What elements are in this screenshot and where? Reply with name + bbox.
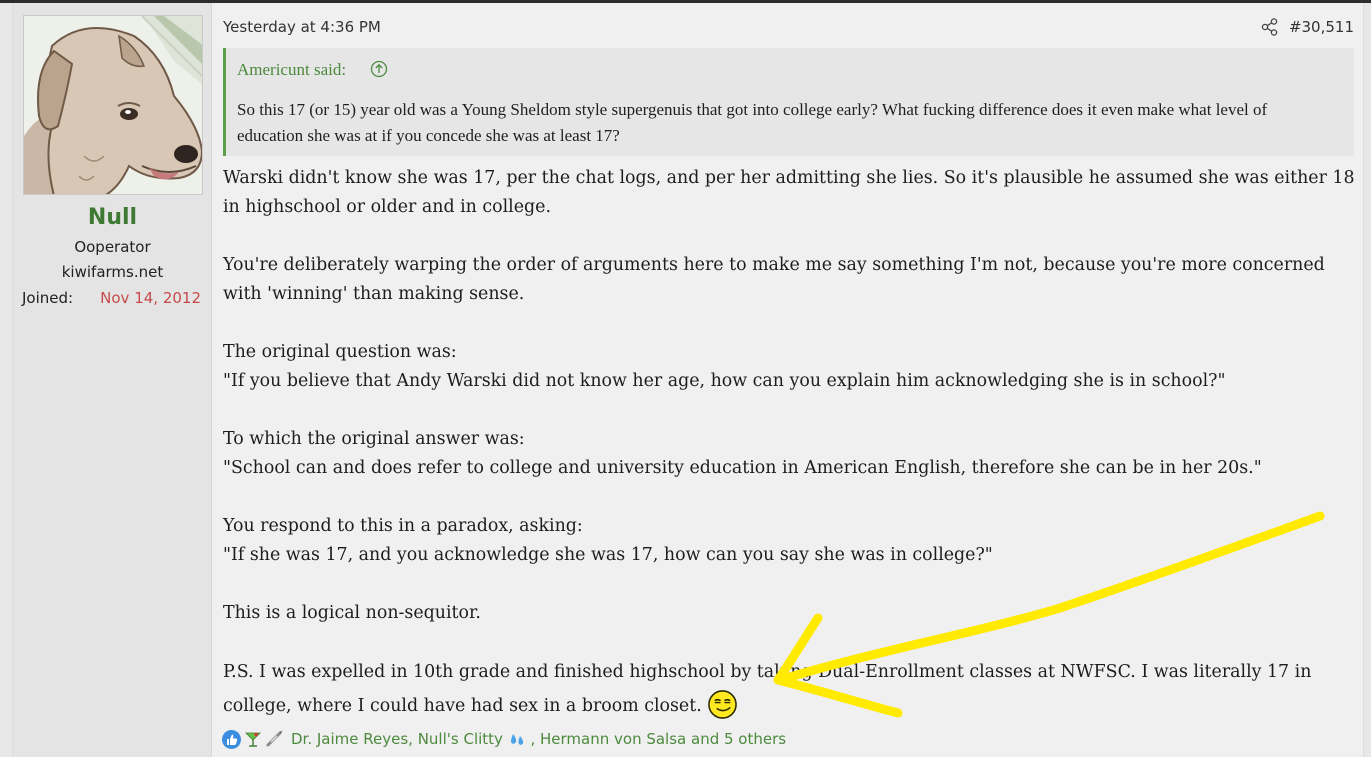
user-site: kiwifarms.net: [61, 263, 164, 281]
post-timestamp[interactable]: Yesterday at 4:36 PM: [223, 18, 381, 36]
paragraph-line: "If she was 17, and you acknowledge she …: [223, 545, 993, 565]
post-number-link[interactable]: #30,511: [1289, 18, 1354, 36]
paragraph-line: The original question was:: [223, 342, 457, 362]
reactions-bar[interactable]: Dr. Jaime Reyes, Null's Clitty , Hermann…: [222, 728, 786, 750]
post-body: Warski didn't know she was 17, per the c…: [223, 164, 1358, 723]
username[interactable]: Null: [13, 205, 212, 230]
user-title: Ooperator: [74, 238, 151, 256]
joined-label: Joined:: [22, 289, 74, 307]
avatar[interactable]: [23, 15, 203, 195]
paragraph-text: P.S. I was expelled in 10th grade and fi…: [223, 662, 1312, 716]
cocktail-icon[interactable]: [243, 730, 262, 749]
paragraph: Warski didn't know she was 17, per the c…: [223, 168, 1355, 217]
paragraph: To which the original answer was: "Schoo…: [223, 425, 1358, 483]
syringe-icon[interactable]: [264, 730, 283, 749]
joined-date: Nov 14, 2012: [100, 289, 201, 307]
arrow-up-circle-icon[interactable]: [370, 60, 388, 78]
forum-post: Null Ooperator kiwifarms.net Joined: Nov…: [12, 3, 1364, 757]
dog-avatar-icon: [24, 16, 202, 194]
paragraph-line: To which the original answer was:: [223, 429, 525, 449]
paragraph: The original question was: "If you belie…: [223, 338, 1358, 396]
paragraph: You're deliberately warping the order of…: [223, 255, 1325, 304]
user-info-panel: Null Ooperator kiwifarms.net Joined: Nov…: [13, 3, 212, 757]
smug-smiley-icon: [708, 690, 738, 719]
quote-block: Americunt said: So this 17 (or 15) year …: [223, 48, 1354, 156]
paragraph-line: "School can and does refer to college an…: [223, 458, 1262, 478]
quote-author[interactable]: Americunt said:: [237, 60, 346, 80]
paragraph: This is a logical non-sequitor.: [223, 603, 481, 623]
reaction-users-link[interactable]: Dr. Jaime Reyes, Null's Clitty , Hermann…: [291, 730, 786, 748]
paragraph: You respond to this in a paradox, asking…: [223, 512, 1358, 570]
quote-text: So this 17 (or 15) year old was a Young …: [237, 100, 1268, 145]
paragraph-line: "If you believe that Andy Warski did not…: [223, 371, 1226, 391]
reaction-users-part: , Hermann von Salsa and 5 others: [530, 730, 787, 748]
share-icon[interactable]: [1260, 17, 1280, 37]
water-drops-icon: [510, 733, 523, 745]
like-icon[interactable]: [222, 729, 241, 749]
reaction-users-part: Dr. Jaime Reyes, Null's Clitty: [291, 730, 503, 748]
paragraph: P.S. I was expelled in 10th grade and fi…: [223, 655, 1358, 723]
paragraph-line: You respond to this in a paradox, asking…: [223, 516, 583, 536]
message-cell: Yesterday at 4:36 PM #30,511 Americunt s…: [212, 3, 1363, 757]
